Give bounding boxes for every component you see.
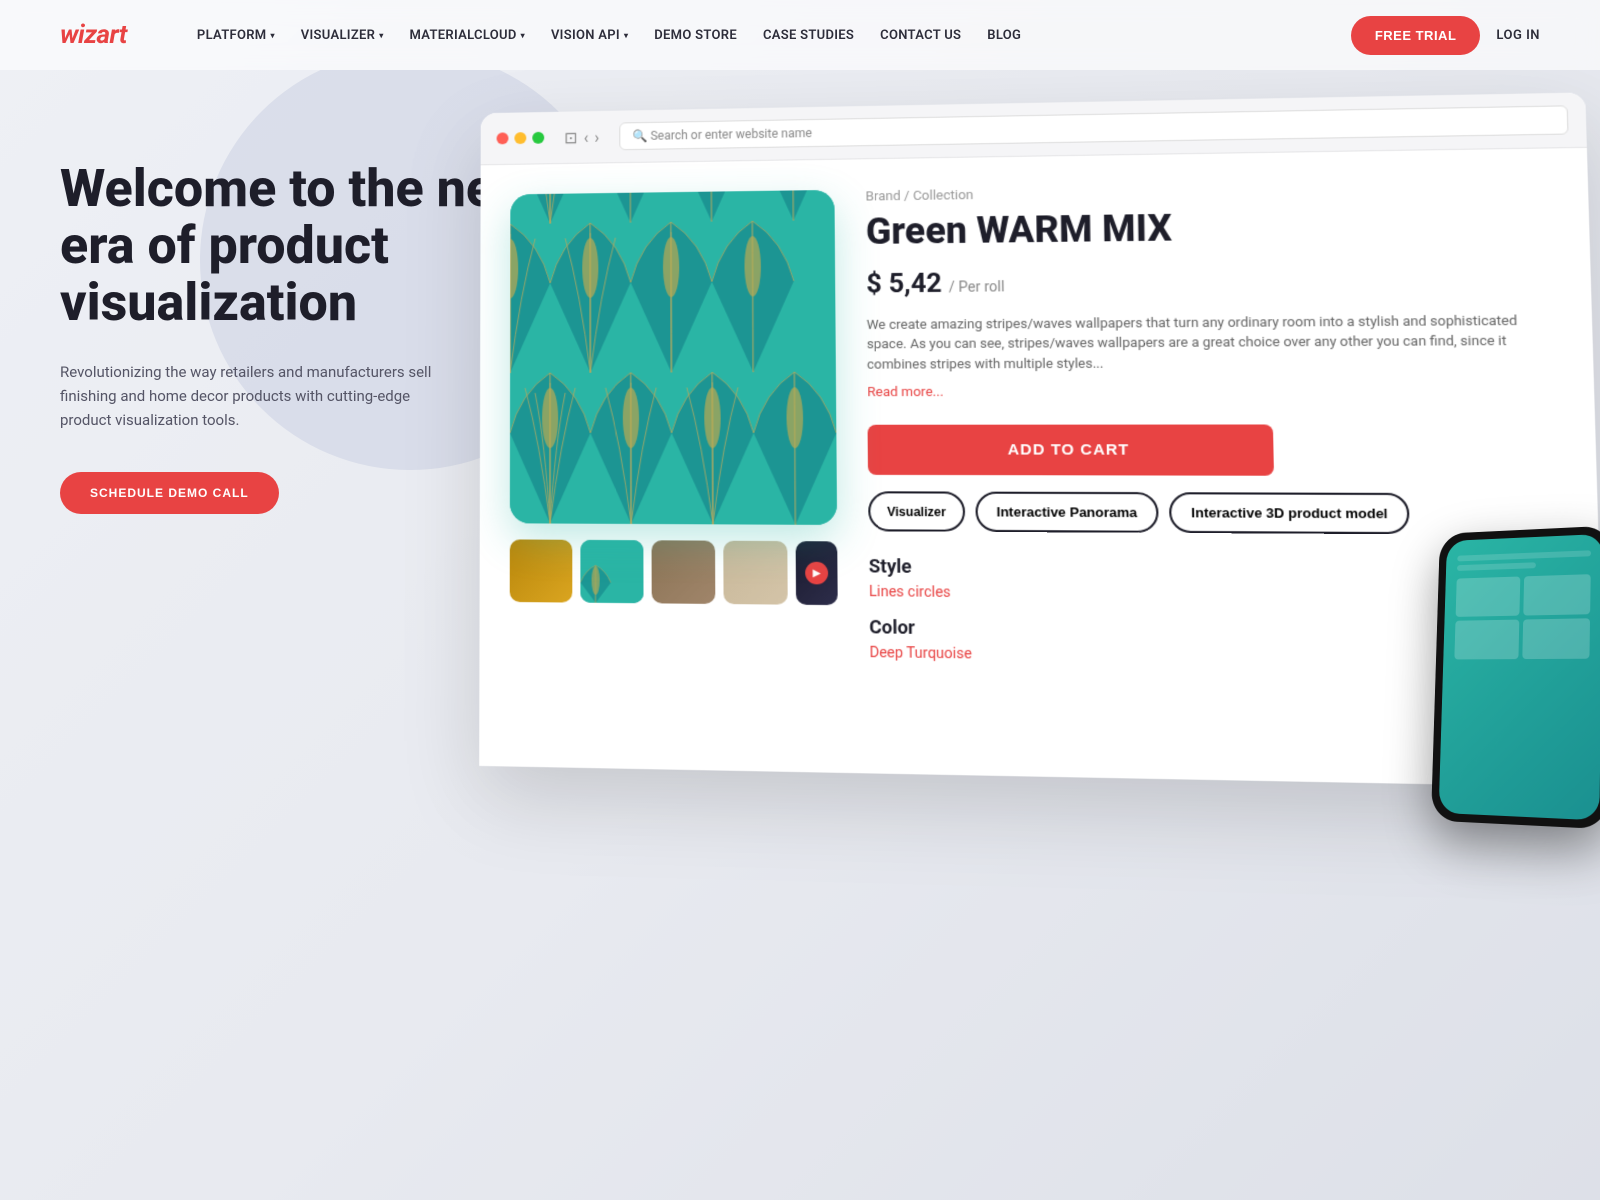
nav-item-demo-store[interactable]: DEMO STORE bbox=[644, 22, 747, 49]
chevron-down-icon: ▾ bbox=[379, 31, 383, 40]
product-name: Green WARM MIX bbox=[866, 204, 1556, 253]
visualizer-button[interactable]: Visualizer bbox=[868, 491, 965, 532]
navbar: wizart PLATFORM ▾ VISUALIZER ▾ MATERIALC… bbox=[0, 0, 1600, 70]
login-button[interactable]: LOG IN bbox=[1496, 28, 1540, 43]
browser-nav-icons: ⊡ ‹ › bbox=[564, 127, 599, 146]
nav-right: FREE TRIAL LOG IN bbox=[1351, 16, 1540, 55]
thumbnail-3[interactable] bbox=[652, 540, 716, 604]
phone-ui-element bbox=[1457, 550, 1591, 561]
read-more-link[interactable]: Read more... bbox=[867, 383, 1560, 400]
thumbnail-play[interactable]: ▶ bbox=[796, 541, 838, 605]
forward-icon[interactable]: › bbox=[594, 127, 599, 146]
nav-item-contact-us[interactable]: CONTACT US bbox=[870, 22, 971, 49]
feature-buttons: Visualizer Interactive Panorama Interact… bbox=[868, 491, 1564, 535]
add-to-cart-button[interactable]: ADD TO CART bbox=[868, 425, 1274, 476]
play-button[interactable]: ▶ bbox=[805, 562, 828, 585]
back-icon[interactable]: ‹ bbox=[584, 128, 589, 147]
product-price: $ 5,42 / Per roll bbox=[866, 262, 1557, 299]
window-close-dot bbox=[497, 132, 509, 144]
browser-url-bar[interactable]: 🔍 Search or enter website name bbox=[619, 105, 1568, 150]
logo[interactable]: wizart bbox=[60, 20, 127, 50]
main-product-image[interactable] bbox=[510, 190, 837, 525]
chevron-down-icon: ▾ bbox=[624, 31, 628, 40]
phone-grid-cell bbox=[1454, 620, 1519, 660]
nav-links: PLATFORM ▾ VISUALIZER ▾ MATERIALCLOUD ▾ … bbox=[187, 22, 1351, 49]
phone-mockup bbox=[1431, 526, 1600, 830]
wallpaper-pattern bbox=[510, 190, 837, 525]
phone-body bbox=[1431, 526, 1600, 830]
browser-mockup-container: ⊡ ‹ › 🔍 Search or enter website name bbox=[480, 110, 1530, 763]
nav-item-case-studies[interactable]: CASE STUDIES bbox=[753, 22, 864, 49]
interactive-3d-button[interactable]: Interactive 3D product model bbox=[1169, 492, 1410, 534]
thumbnail-1[interactable] bbox=[510, 539, 573, 602]
nav-item-visualizer[interactable]: VISUALIZER ▾ bbox=[291, 22, 394, 49]
chevron-down-icon: ▾ bbox=[521, 31, 525, 40]
thumbnail-4[interactable] bbox=[723, 541, 787, 605]
browser-content: ▶ Brand / Collection Green WARM MIX $ 5,… bbox=[479, 148, 1600, 788]
schedule-demo-button[interactable]: SCHEDULE DEMO CALL bbox=[60, 472, 279, 514]
phone-grid-cell bbox=[1523, 574, 1590, 615]
phone-screen-content bbox=[1443, 534, 1600, 671]
nav-item-materialcloud[interactable]: MATERIALCLOUD ▾ bbox=[400, 22, 535, 49]
browser-dots bbox=[497, 132, 545, 145]
window-minimize-dot bbox=[514, 132, 526, 144]
nav-item-platform[interactable]: PLATFORM ▾ bbox=[187, 22, 285, 49]
hero-section: Welcome to the new era of product visual… bbox=[0, 70, 1600, 950]
phone-grid-cell bbox=[1522, 618, 1590, 659]
product-thumbnails: ▶ bbox=[510, 539, 838, 605]
phone-ui-grid bbox=[1454, 574, 1590, 659]
chevron-down-icon: ▾ bbox=[270, 31, 274, 40]
window-maximize-dot bbox=[532, 132, 544, 144]
nav-item-blog[interactable]: BLOG bbox=[977, 22, 1031, 49]
view-icon: ⊡ bbox=[564, 128, 577, 147]
free-trial-button[interactable]: FREE TRIAL bbox=[1351, 16, 1481, 55]
phone-ui-element bbox=[1457, 562, 1536, 571]
product-description: We create amazing stripes/waves wallpape… bbox=[867, 311, 1560, 375]
product-image-section: ▶ bbox=[479, 159, 870, 773]
thumbnail-2[interactable] bbox=[580, 540, 643, 603]
interactive-panorama-button[interactable]: Interactive Panorama bbox=[975, 492, 1159, 533]
browser-window: ⊡ ‹ › 🔍 Search or enter website name bbox=[479, 92, 1600, 787]
phone-screen bbox=[1439, 534, 1600, 821]
nav-item-vision-api[interactable]: VISION API ▾ bbox=[541, 22, 638, 49]
brand-collection-label: Brand / Collection bbox=[865, 180, 1554, 205]
phone-grid-cell bbox=[1456, 576, 1521, 616]
search-icon: 🔍 bbox=[632, 129, 647, 143]
hero-description: Revolutionizing the way retailers and ma… bbox=[60, 360, 440, 432]
